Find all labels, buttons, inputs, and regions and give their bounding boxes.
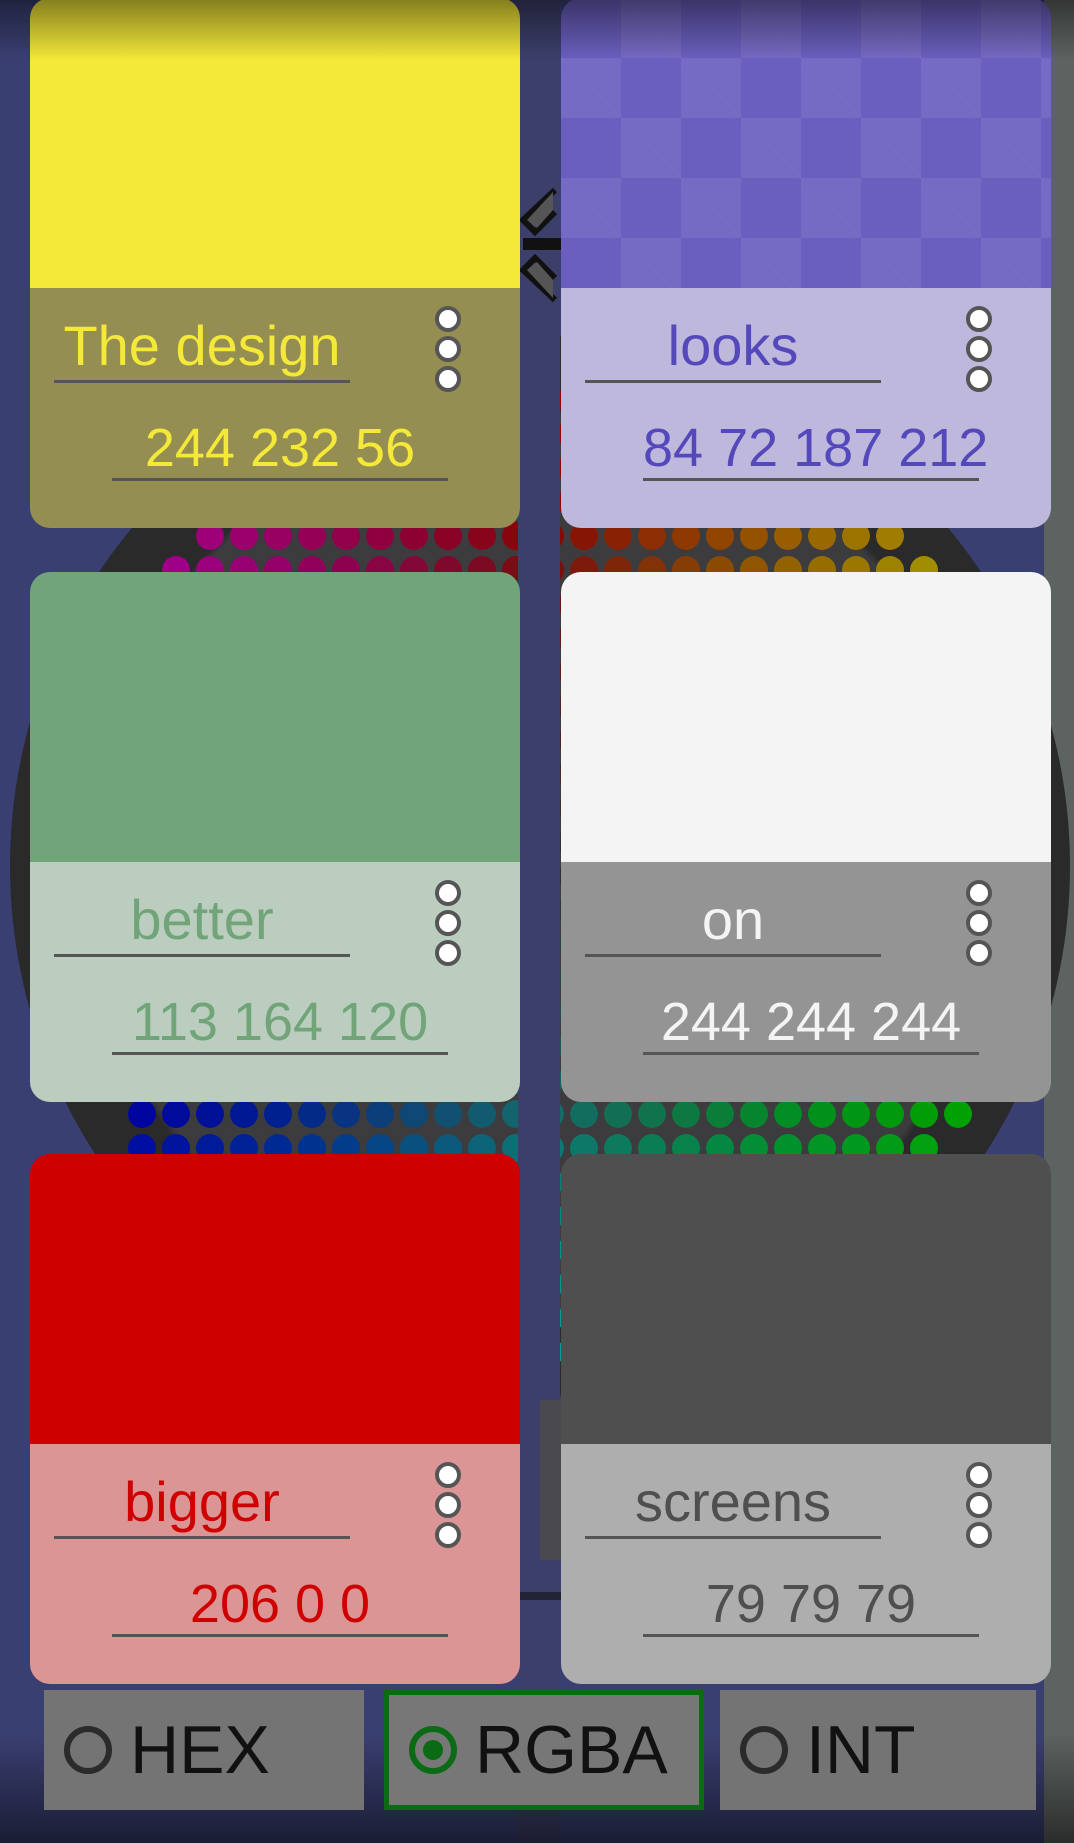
color-info: better 113 164 120 [30,862,520,1102]
color-card[interactable]: on 244 244 244 [561,572,1051,1102]
color-name-field[interactable]: bigger [54,1464,350,1539]
color-swatch[interactable] [30,0,520,288]
color-info: bigger 206 0 0 [30,1444,520,1684]
color-name-field[interactable]: better [54,882,350,957]
color-swatch[interactable] [561,0,1051,288]
color-swatch[interactable] [561,572,1051,862]
color-swatch[interactable] [30,572,520,862]
wheel-dot [400,1100,428,1128]
radio-icon[interactable] [409,1726,457,1774]
wheel-dot [434,1100,462,1128]
radio-icon[interactable] [740,1726,788,1774]
wheel-dot [230,1100,258,1128]
wheel-dot [298,1100,326,1128]
color-swatch[interactable] [561,1154,1051,1444]
format-label: INT [806,1712,916,1788]
color-name-field[interactable]: looks [585,308,881,383]
wheel-dot [808,1100,836,1128]
color-card[interactable]: bigger 206 0 0 [30,1154,520,1684]
wheel-dot [332,1100,360,1128]
color-card[interactable]: screens 79 79 79 [561,1154,1051,1684]
color-values-field[interactable]: 79 79 79 [643,1570,979,1637]
radio-icon[interactable] [64,1726,112,1774]
wheel-dot [128,1100,156,1128]
wheel-dot [774,1100,802,1128]
color-card[interactable]: better 113 164 120 [30,572,520,1102]
wheel-dot [944,1100,972,1128]
color-swatch[interactable] [30,1154,520,1444]
more-vert-icon[interactable] [965,1462,993,1548]
color-values-field[interactable]: 244 232 56 [112,414,448,481]
more-vert-icon[interactable] [434,306,462,392]
format-label: RGBA [475,1712,668,1788]
color-values-field[interactable]: 244 244 244 [643,988,979,1055]
color-name-field[interactable]: screens [585,1464,881,1539]
wheel-dot [264,1100,292,1128]
wheel-dot [876,1100,904,1128]
format-option-rgba[interactable]: RGBA [384,1690,704,1810]
wheel-dot [604,1100,632,1128]
color-info: screens 79 79 79 [561,1444,1051,1684]
wheel-dot [672,1100,700,1128]
wheel-dot [638,1100,666,1128]
color-info: The design 244 232 56 [30,288,520,528]
format-label: HEX [130,1712,270,1788]
format-option-hex[interactable]: HEX [44,1690,364,1810]
format-option-int[interactable]: INT [720,1690,1036,1810]
wheel-dot [740,1100,768,1128]
wheel-dot [162,1100,190,1128]
wheel-dot [468,1100,496,1128]
color-info: on 244 244 244 [561,862,1051,1102]
more-vert-icon[interactable] [434,1462,462,1548]
color-name-field[interactable]: The design [54,308,350,383]
wheel-dot [570,1100,598,1128]
color-values-field[interactable]: 206 0 0 [112,1570,448,1637]
more-vert-icon[interactable] [965,306,993,392]
color-name-field[interactable]: on [585,882,881,957]
color-info: looks 84 72 187 212 [561,288,1051,528]
color-values-field[interactable]: 113 164 120 [112,988,448,1055]
color-values-field[interactable]: 84 72 187 212 [643,414,988,481]
format-selector: HEX RGBA INT [44,1690,1036,1810]
more-vert-icon[interactable] [434,880,462,966]
wheel-dot [910,1100,938,1128]
more-vert-icon[interactable] [965,880,993,966]
wheel-dot [196,1100,224,1128]
wheel-dot [366,1100,394,1128]
color-card[interactable]: The design 244 232 56 [30,0,520,528]
color-card[interactable]: looks 84 72 187 212 [561,0,1051,528]
wheel-dot [842,1100,870,1128]
wheel-dot [706,1100,734,1128]
